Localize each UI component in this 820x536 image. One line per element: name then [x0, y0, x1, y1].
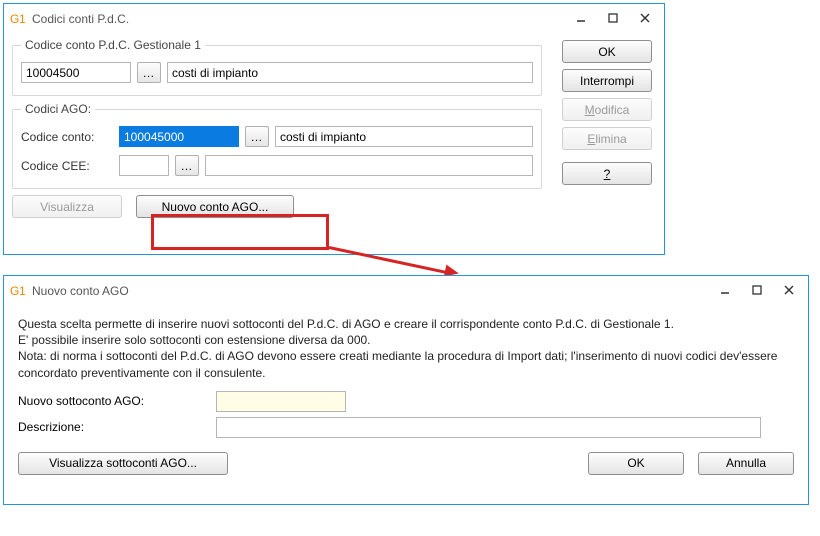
codice-conto-browse-button[interactable]: …: [245, 126, 269, 147]
group-gestionale1: Codice conto P.d.C. Gestionale 1 …: [12, 38, 542, 96]
modifica-button[interactable]: Modifica: [562, 98, 652, 121]
desc-line-3: Nota: di norma i sottoconti del P.d.C. d…: [18, 348, 794, 380]
ellipsis-icon: …: [143, 66, 156, 80]
maximize-button[interactable]: [598, 7, 628, 29]
titlebar: G1 Nuovo conto AGO: [4, 276, 808, 304]
annulla-label: Annulla: [726, 456, 766, 470]
elimina-button[interactable]: Elimina: [562, 127, 652, 150]
modifica-label: Modifica: [585, 103, 630, 117]
ok-button[interactable]: OK: [588, 452, 684, 475]
nuovo-sottoconto-input[interactable]: [216, 391, 346, 412]
group-gestionale1-legend: Codice conto P.d.C. Gestionale 1: [21, 38, 205, 52]
codice-cee-label: Codice CEE:: [21, 159, 113, 173]
codice-cee-browse-button[interactable]: …: [175, 155, 199, 176]
description-text: Questa scelta permette di inserire nuovi…: [18, 316, 794, 381]
visualizza-button[interactable]: Visualizza: [12, 195, 122, 218]
ellipsis-icon: …: [251, 130, 264, 144]
svg-text:1: 1: [19, 12, 26, 26]
ok-label: OK: [598, 45, 615, 59]
codice-conto-input[interactable]: [119, 126, 239, 147]
side-buttons: OK Interrompi Modifica Elimina ?: [562, 40, 652, 185]
gest1-code-browse-button[interactable]: …: [137, 62, 161, 83]
ok-label: OK: [627, 456, 644, 470]
app-logo-icon: G1: [10, 282, 26, 298]
elimina-label: Elimina: [587, 132, 626, 146]
codici-conti-window: G1 Codici conti P.d.C. Codice conto P.d.…: [3, 3, 665, 255]
group-ago-legend: Codici AGO:: [21, 102, 95, 116]
annulla-button[interactable]: Annulla: [698, 452, 794, 475]
client-area: Questa scelta permette di inserire nuovi…: [4, 304, 808, 485]
close-button[interactable]: [630, 7, 660, 29]
visualizza-label: Visualizza: [40, 200, 94, 214]
help-label: ?: [604, 167, 611, 181]
gest1-descr-input[interactable]: [167, 62, 533, 83]
titlebar: G1 Codici conti P.d.C.: [4, 4, 664, 32]
descrizione-label: Descrizione:: [18, 420, 208, 434]
svg-text:G: G: [10, 12, 19, 26]
minimize-button[interactable]: [566, 7, 596, 29]
interrompi-button[interactable]: Interrompi: [562, 69, 652, 92]
window-title: Nuovo conto AGO: [32, 283, 710, 298]
gest1-code-input[interactable]: [21, 62, 131, 83]
ellipsis-icon: …: [181, 159, 194, 173]
window-controls: [710, 279, 804, 301]
group-ago: Codici AGO: Codice conto: … Codice CEE: …: [12, 102, 542, 189]
codice-cee-descr-input[interactable]: [205, 155, 533, 176]
window-title: Codici conti P.d.C.: [32, 11, 566, 26]
app-logo-icon: G1: [10, 10, 26, 26]
desc-line-2: E' possibile inserire solo sottoconti co…: [18, 332, 794, 348]
svg-text:1: 1: [19, 284, 26, 298]
desc-line-1: Questa scelta permette di inserire nuovi…: [18, 316, 794, 332]
ok-button[interactable]: OK: [562, 40, 652, 63]
interrompi-label: Interrompi: [580, 74, 634, 88]
nuovo-conto-ago-button[interactable]: Nuovo conto AGO...: [136, 195, 294, 218]
nuovo-sottoconto-label: Nuovo sottoconto AGO:: [18, 394, 208, 408]
help-button[interactable]: ?: [562, 162, 652, 185]
nuovo-conto-ago-window: G1 Nuovo conto AGO Questa scelta permett…: [3, 275, 809, 505]
maximize-button[interactable]: [742, 279, 772, 301]
descrizione-input[interactable]: [216, 417, 761, 438]
close-button[interactable]: [774, 279, 804, 301]
visualizza-sottoconti-label: Visualizza sottoconti AGO...: [49, 456, 197, 470]
visualizza-sottoconti-button[interactable]: Visualizza sottoconti AGO...: [18, 452, 228, 475]
codice-conto-descr-input[interactable]: [275, 126, 533, 147]
svg-text:G: G: [10, 284, 19, 298]
minimize-button[interactable]: [710, 279, 740, 301]
codice-cee-input[interactable]: [119, 155, 169, 176]
window-controls: [566, 7, 660, 29]
nuovo-conto-ago-label: Nuovo conto AGO...: [162, 200, 269, 214]
codice-conto-label: Codice conto:: [21, 130, 113, 144]
